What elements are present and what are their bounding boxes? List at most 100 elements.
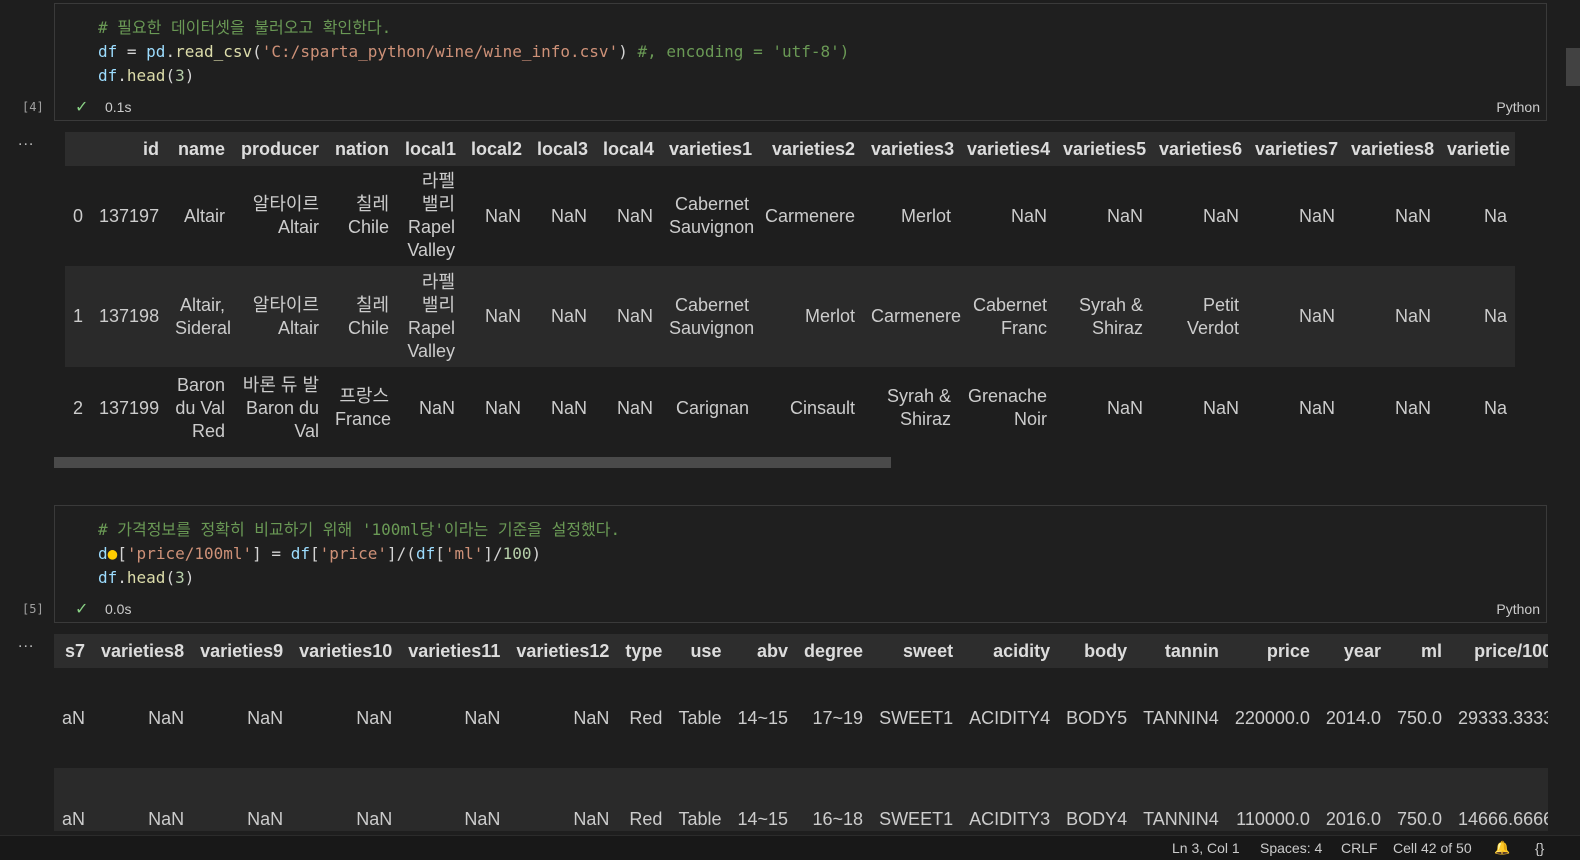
code-line-1-1: # 필요한 데이터셋을 불러오고 확인한다.	[98, 18, 392, 37]
table-cell: Carmenere	[871, 306, 962, 326]
lightbulb-icon[interactable]: ●	[108, 544, 118, 563]
table-cell: Cabernet Franc	[972, 294, 1048, 338]
table-cell: Cabernet Sauvignon	[669, 194, 755, 237]
column-header: varieties11	[408, 640, 501, 661]
cell-2-status: [5] ✓ 0.0s Python	[0, 599, 1580, 621]
table-cell: NaN	[356, 707, 393, 728]
notification-bell-icon[interactable]: 🔔	[1494, 840, 1510, 856]
table-cell: 750.0	[1396, 707, 1443, 728]
table-cell: 칠레 Chile	[347, 294, 390, 338]
braces-icon[interactable]: {}	[1535, 840, 1544, 856]
table-cell: 750.0	[1396, 808, 1443, 829]
column-header: year	[1343, 640, 1381, 661]
line-ending[interactable]: CRLF	[1341, 840, 1378, 856]
table-cell: 2014.0	[1325, 707, 1381, 728]
table-cell: NaN	[1203, 397, 1240, 418]
indentation-setting[interactable]: Spaces: 4	[1260, 840, 1322, 856]
table-cell: ACIDITY4	[969, 707, 1051, 728]
table-cell: Na	[1484, 306, 1508, 326]
column-header: varieties2	[771, 138, 856, 159]
table-row: 0 137197 Altair 알타이르 Altair 칠레 Chile 라펠 밸리 Ra…	[65, 166, 1516, 266]
table-cell: Altair, Sideral	[175, 294, 232, 338]
table-cell: NaN	[1395, 306, 1432, 326]
vertical-scrollbar-thumb[interactable]	[1566, 48, 1580, 86]
column-header: nation	[335, 138, 390, 159]
table-cell: NaN	[1299, 205, 1336, 226]
table-cell: 137197	[99, 205, 160, 226]
output-2-dataframe: s7 varieties8 varieties9 varieties10 varieti…	[54, 634, 1548, 831]
table-cell: Merlot	[901, 205, 952, 226]
table-cell: NaN	[1011, 205, 1048, 226]
table-cell: Cabernet Sauvignon	[669, 294, 755, 338]
column-header: varieties7	[1255, 138, 1339, 159]
table-cell: NaN	[485, 205, 522, 226]
output-1-dataframe: id name producer nation local1 local2 local3 lo…	[65, 132, 1548, 454]
column-header: type	[625, 640, 663, 661]
code-editor-2[interactable]: # 가격정보를 정확히 비교하기 위해 '100ml당'이라는 기준을 설정했다…	[55, 506, 1546, 590]
table-cell: 29333.333333	[1458, 707, 1548, 728]
table-cell: Red	[629, 808, 663, 829]
table-cell: Carignan	[675, 397, 750, 418]
column-header: use	[690, 640, 722, 661]
cursor-position[interactable]: Ln 3, Col 1	[1172, 840, 1240, 856]
table-row: 2 137199 Baron du Val Red 바론 듀 발 Baron du V…	[65, 367, 1516, 449]
table-cell: 14666.666667	[1458, 808, 1548, 829]
cell-1-status: [4] ✓ 0.1s Python	[0, 97, 1580, 119]
table-cell: NaN	[356, 808, 393, 829]
table-cell: 알타이르 Altair	[252, 194, 320, 237]
code-line-2-3: df.head(3)	[98, 568, 195, 587]
column-header: price/100ml	[1474, 640, 1548, 661]
success-check-icon: ✓	[75, 99, 89, 116]
table-cell: 137198	[99, 306, 160, 326]
table-cell: Petit Verdot	[1186, 294, 1240, 338]
cell-position[interactable]: Cell 42 of 50	[1393, 840, 1472, 856]
table-cell: Baron du Val Red	[175, 374, 226, 441]
table-cell: 1	[73, 306, 84, 326]
column-header: varieties9	[200, 640, 284, 661]
table-cell: Grenache Noir	[967, 386, 1048, 429]
table-cell: Na	[1484, 397, 1508, 418]
language-label-2[interactable]: Python	[1496, 601, 1540, 617]
table-cell: Na	[1484, 205, 1508, 226]
output-2-more-icon[interactable]: ...	[18, 634, 34, 652]
column-header: ml	[1421, 640, 1443, 661]
table-cell: NaN	[419, 397, 456, 418]
table-cell: Altair	[184, 205, 226, 226]
column-header: local2	[471, 138, 523, 159]
column-header: varieties6	[1159, 138, 1243, 159]
table-cell: Cinsault	[789, 397, 856, 418]
table-cell: 바론 듀 발 Baron du Val	[242, 374, 320, 441]
execution-count-2: [5]	[22, 602, 44, 616]
status-bar: Ln 3, Col 1 Spaces: 4 CRLF Cell 42 of 50…	[0, 835, 1580, 860]
table-cell: NaN	[551, 306, 588, 326]
column-header: name	[177, 138, 226, 159]
column-header: varieties12	[516, 640, 610, 661]
column-header: local4	[603, 138, 655, 159]
table-cell: 14~15	[737, 707, 789, 728]
dataframe-table-1: id name producer nation local1 local2 local3 lo…	[65, 132, 1516, 449]
table-cell: NaN	[1395, 205, 1432, 226]
code-line-1-2: df = pd.read_csv('C:/sparta_python/wine/…	[98, 42, 850, 61]
code-line-2-1: # 가격정보를 정확히 비교하기 위해 '100ml당'이라는 기준을 설정했다…	[98, 520, 621, 539]
table-cell: BODY5	[1066, 707, 1128, 728]
table-cell: 14~15	[737, 808, 789, 829]
code-editor-1[interactable]: # 필요한 데이터셋을 불러오고 확인한다. df = pd.read_csv(…	[55, 4, 1546, 88]
output-1-more-icon[interactable]: ...	[18, 132, 34, 150]
table-cell: SWEET1	[879, 808, 954, 829]
table-cell: NaN	[1203, 205, 1240, 226]
table-cell: NaN	[617, 205, 654, 226]
table-cell: NaN	[573, 808, 610, 829]
column-header: varieties8	[101, 640, 185, 661]
table-cell: 137199	[99, 397, 160, 418]
table-cell: 2016.0	[1325, 808, 1381, 829]
table-cell: NaN	[485, 397, 522, 418]
table-cell: Carmenere	[765, 205, 856, 226]
table-cell: 라펠 밸리 Rapel Valley	[407, 171, 456, 260]
dataframe-table-2: s7 varieties8 varieties9 varieties10 varieti…	[54, 634, 1548, 831]
language-label-1[interactable]: Python	[1496, 99, 1540, 115]
table-cell: aN	[62, 808, 86, 829]
table-cell: TANNIN4	[1143, 707, 1219, 728]
column-header: id	[143, 138, 160, 159]
table-cell: 라펠 밸리 Rapel Valley	[407, 271, 456, 361]
output-1-horizontal-scrollbar[interactable]	[54, 457, 891, 468]
